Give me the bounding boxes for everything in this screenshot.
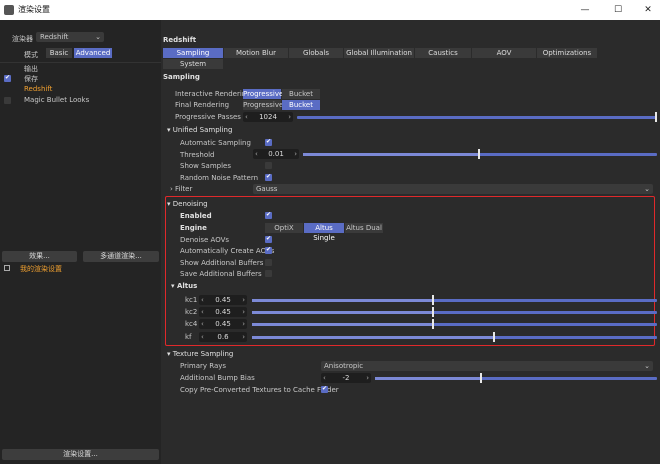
tab-optimizations[interactable]: Optimizations [537,48,597,58]
altus-kc2-input[interactable]: ‹ 0.45 › [199,307,247,317]
progressive-passes-input[interactable]: ‹ 1024 › [243,112,293,122]
save-additional-buffers-label: Save Additional Buffers [180,270,262,278]
bump-bias-slider[interactable] [375,373,657,383]
mode-advanced-tab[interactable]: Advanced [74,48,112,58]
save-additional-buffers-checkbox[interactable] [265,270,272,277]
final-rendering-label: Final Rendering [175,101,230,109]
altus-kc4-input[interactable]: ‹ 0.45 › [199,319,247,329]
altus-kc4-slider[interactable] [252,319,657,329]
renderer-select[interactable]: Redshift ⌄ [36,32,104,42]
altus-kc4-label: kc4 [185,320,198,328]
altus-header[interactable]: ▾ Altus [171,282,197,290]
random-noise-checkbox[interactable] [265,173,272,181]
maximize-button[interactable]: ☐ [608,2,628,18]
section-sampling: Sampling [163,73,200,81]
progressive-passes-label: Progressive Passes [175,113,241,121]
save-checkbox[interactable] [4,74,11,82]
tab-global-illumination[interactable]: Global Illumination [344,48,414,58]
altus-kc1-slider[interactable] [252,295,657,305]
right-panel: Redshift Sampling Motion Blur Globals Gl… [161,20,660,464]
threshold-slider[interactable] [303,149,657,159]
unified-sampling-header[interactable]: ▾ Unified Sampling [167,126,232,134]
altus-kf-input[interactable]: ‹ 0.6 › [199,332,247,342]
automatic-sampling-label: Automatic Sampling [180,139,251,147]
denoising-header[interactable]: ▾ Denoising [167,200,208,208]
show-additional-buffers-label: Show Additional Buffers [180,259,264,267]
progressive-passes-slider[interactable] [297,112,657,122]
engine-altus-dual-button[interactable]: Altus Dual [345,223,383,233]
multipass-button[interactable]: 多通道渲染... [83,251,159,262]
tab-aov[interactable]: AOV [472,48,536,58]
interactive-progressive-button[interactable]: Progressive [243,89,283,99]
final-progressive-button[interactable]: Progressive [243,100,283,110]
automatic-sampling-checkbox[interactable] [265,138,272,146]
primary-rays-label: Primary Rays [180,362,227,370]
tree-item-output[interactable]: 输出 [4,64,154,74]
tree-item-save[interactable]: 保存 [4,74,154,84]
copy-textures-label: Copy Pre-Converted Textures to Cache Fol… [180,386,339,394]
renderer-label: 渲染器 [12,35,33,43]
chevron-down-icon: ⌄ [644,185,650,193]
effect-button[interactable]: 效果... [2,251,77,262]
chevron-down-icon: ⌄ [644,362,650,370]
filter-select[interactable]: Gauss ⌄ [253,184,653,194]
primary-rays-select[interactable]: Anisotropic ⌄ [321,361,653,371]
engine-altus-single-button[interactable]: Altus Single [304,223,344,242]
bump-bias-input[interactable]: ‹ -2 › [321,373,371,383]
mode-basic-tab[interactable]: Basic [46,48,72,58]
render-settings-footer-button[interactable]: 渲染设置... [2,449,159,460]
show-additional-buffers-checkbox[interactable] [265,259,272,266]
minimize-button[interactable]: — [575,2,595,18]
random-noise-label: Random Noise Pattern [180,174,259,182]
tab-caustics[interactable]: Caustics [415,48,471,58]
mode-label: 模式 [24,51,38,59]
title-bar: 渲染设置 — ☐ ✕ [0,0,660,20]
altus-kc1-label: kc1 [185,296,198,304]
magic-bullet-checkbox[interactable] [4,97,11,104]
threshold-input[interactable]: ‹ 0.01 › [253,149,299,159]
copy-textures-checkbox[interactable] [321,385,328,393]
altus-kc1-input[interactable]: ‹ 0.45 › [199,295,247,305]
show-samples-label: Show Samples [180,162,232,170]
altus-kc2-slider[interactable] [252,307,657,317]
texture-sampling-header[interactable]: ▾ Texture Sampling [167,350,233,358]
left-panel: 渲染器 Redshift ⌄ 模式 Basic Advanced 输出 保存 R… [0,20,161,464]
interactive-rendering-label: Interactive Rendering [175,90,251,98]
tab-motion-blur[interactable]: Motion Blur [224,48,288,58]
panel-title: Redshift [163,36,197,44]
engine-optix-button[interactable]: OptiX [265,223,303,233]
denoise-aovs-checkbox[interactable] [265,235,272,243]
tree-item-magic-bullet[interactable]: Magic Bullet Looks [4,96,154,106]
enabled-label: Enabled [180,212,212,220]
window-title: 渲染设置 [18,5,50,14]
altus-kf-slider[interactable] [252,332,657,342]
denoise-aovs-label: Denoise AOVs [180,236,230,244]
close-button[interactable]: ✕ [638,2,658,18]
interactive-bucket-button[interactable]: Bucket [282,89,320,99]
show-samples-checkbox[interactable] [265,162,272,169]
render-settings-icon [4,265,10,271]
tab-system[interactable]: System [163,59,223,69]
app-icon [4,5,14,15]
bump-bias-label: Additional Bump Bias [180,374,255,382]
auto-create-aovs-checkbox[interactable] [265,246,272,254]
tab-sampling[interactable]: Sampling [163,48,223,58]
my-render-settings-item[interactable]: 我的渲染设置 [4,264,154,274]
altus-kc2-label: kc2 [185,308,198,316]
chevron-down-icon: ⌄ [95,33,101,41]
auto-create-aovs-label: Automatically Create AOVs [180,247,275,255]
enabled-checkbox[interactable] [265,211,272,219]
tree-item-redshift[interactable]: Redshift [4,85,154,95]
engine-label: Engine [180,224,207,232]
filter-label[interactable]: › Filter [170,185,192,193]
final-bucket-button[interactable]: Bucket [282,100,320,110]
threshold-label: Threshold [180,151,215,159]
tab-globals[interactable]: Globals [289,48,343,58]
altus-kf-label: kf [185,333,192,341]
